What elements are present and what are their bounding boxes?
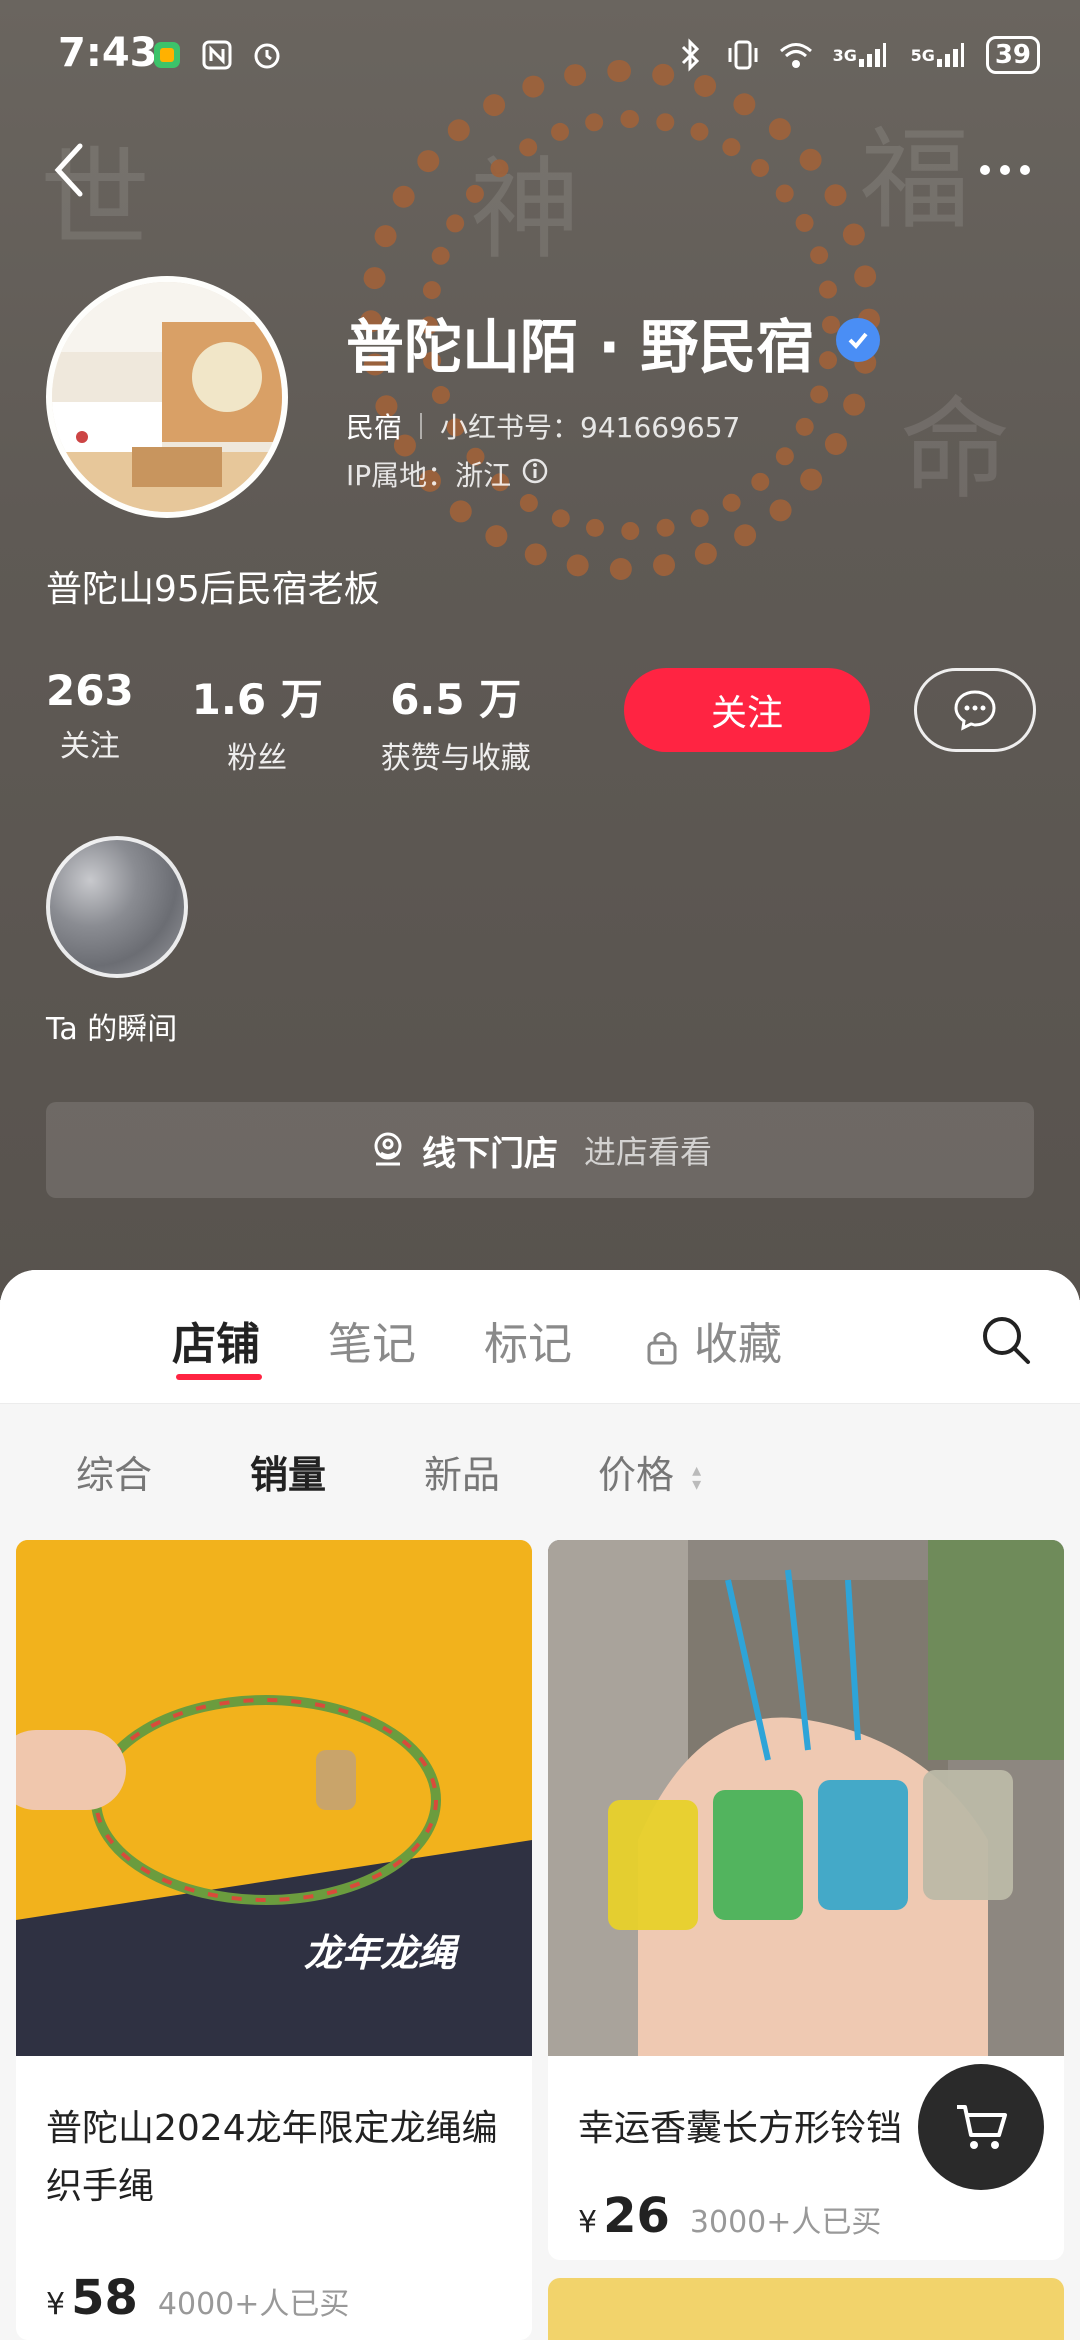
product-title: 幸运香囊长方形铃铛 (578, 2108, 903, 2149)
app-notification-icon (150, 38, 184, 72)
status-bar: 7:43 3G 5G 39 (0, 24, 1080, 84)
stat-label: 关注 (59, 729, 120, 764)
moment-thumbnail[interactable] (46, 836, 188, 978)
verified-badge-icon (836, 318, 880, 362)
signal-3g-icon: 3G (830, 38, 890, 72)
ip-location-row: IP属地：浙江 (346, 454, 549, 494)
message-button[interactable] (914, 668, 1036, 752)
product-card[interactable]: 龙年龙绳 普陀山2024龙年限定龙绳编织手绳 ¥ 58 4000+人已买 (16, 1540, 532, 2340)
profile-name: 普陀山陌 · 野民宿 (346, 313, 815, 381)
product-price-row: ¥ 26 3000+人已买 (578, 2188, 881, 2244)
stat-number: 263 (46, 666, 134, 715)
search-icon[interactable] (978, 1312, 1034, 1368)
info-icon[interactable] (521, 457, 549, 492)
stat-label: 粉丝 (227, 741, 288, 776)
background-calligraphy: 福 (860, 116, 970, 244)
divider (420, 413, 423, 439)
store-bar-subtitle: 进店看看 (583, 1133, 712, 1171)
nfc-icon (200, 38, 234, 72)
tab-marks[interactable]: 标记 (484, 1308, 572, 1372)
active-tab-indicator (176, 1374, 262, 1380)
profile-bio: 普陀山95后民宿老板 (46, 569, 380, 610)
tab-shop[interactable]: 店铺 (172, 1308, 260, 1372)
offline-store-bar[interactable]: 线下门店 进店看看 (46, 1102, 1034, 1198)
more-dot-icon (1020, 165, 1030, 175)
sort-price[interactable]: 价格 ▴ ▾ (598, 1444, 701, 1499)
more-options-button[interactable] (970, 150, 1040, 190)
status-left-icons (150, 38, 284, 72)
signal-5g-label: 5G (910, 45, 935, 65)
lock-icon (647, 1332, 677, 1365)
chevron-left-icon (54, 143, 83, 197)
stat-followers[interactable]: 1.6 万 粉丝 (192, 666, 323, 777)
bluetooth-icon (674, 38, 708, 72)
product-price: 58 (71, 2270, 138, 2326)
product-price-row: ¥ 58 4000+人已买 (46, 2270, 349, 2326)
stat-number: 6.5 万 (390, 675, 522, 724)
product-sold-count: 3000+人已买 (689, 2205, 882, 2240)
product-image: 龙年龙绳 (16, 1540, 532, 2056)
profile-meta: 民宿 小红书号：941669657 (346, 406, 740, 446)
currency-symbol: ¥ (578, 2205, 598, 2240)
more-dot-icon (1000, 165, 1010, 175)
follow-button[interactable]: 关注 (624, 668, 870, 752)
store-bar-title: 线下门店 (421, 1133, 558, 1174)
shopping-cart-icon (957, 2105, 1007, 2149)
product-price: 26 (603, 2188, 670, 2244)
tab-collections[interactable]: 收藏 (644, 1308, 782, 1372)
tab-notes[interactable]: 笔记 (328, 1308, 416, 1372)
avatar[interactable] (46, 276, 288, 518)
chat-bubble-icon (954, 690, 996, 731)
profile-category: 民宿 (346, 411, 403, 444)
stat-number: 1.6 万 (191, 675, 323, 724)
sort-bar: 综合 销量 新品 价格 ▴ ▾ (0, 1404, 1080, 1524)
stat-following[interactable]: 263 关注 (46, 666, 134, 777)
tab-bar: 店铺 笔记 标记 收藏 (0, 1270, 1080, 1404)
sort-comprehensive[interactable]: 综合 (76, 1444, 152, 1499)
signal-5g-icon: 5G (908, 38, 968, 72)
product-image (548, 1540, 1064, 2056)
content-sheet: 店铺 笔记 标记 收藏 综合 销量 新品 价格 ▴ ▾ 龙年龙绳 普陀山2024… (0, 1270, 1080, 2340)
moment-label[interactable]: Ta 的瞬间 (46, 1004, 177, 1048)
vibrate-icon (726, 38, 760, 72)
currency-symbol: ¥ (46, 2287, 66, 2322)
profile-stats: 263 关注 1.6 万 粉丝 6.5 万 获赞与收藏 (46, 666, 589, 777)
sort-sales[interactable]: 销量 (250, 1444, 326, 1499)
sort-new[interactable]: 新品 (424, 1444, 500, 1499)
more-dot-icon (980, 165, 990, 175)
store-location-icon (374, 1132, 402, 1166)
alarm-icon (250, 38, 284, 72)
back-button[interactable] (46, 140, 96, 200)
stat-likes-collections[interactable]: 6.5 万 获赞与收藏 (381, 666, 531, 777)
status-right-icons: 3G 5G 39 (674, 36, 1040, 74)
cart-button[interactable] (918, 2064, 1044, 2190)
product-image-caption: 龙年龙绳 (304, 1931, 457, 1975)
background-calligraphy: 命 (900, 386, 1010, 514)
redbook-id[interactable]: 小红书号：941669657 (440, 406, 740, 446)
sort-price-label: 价格 (598, 1453, 675, 1497)
tab-collections-label: 收藏 (694, 1319, 782, 1370)
stat-label: 获赞与收藏 (380, 741, 531, 776)
ip-location: IP属地：浙江 (346, 459, 512, 492)
battery-indicator: 39 (985, 36, 1040, 74)
status-time: 7:43 (58, 30, 158, 76)
product-sold-count: 4000+人已买 (157, 2287, 350, 2322)
wifi-icon (778, 38, 812, 72)
product-title: 普陀山2024龙年限定龙绳编织手绳 (46, 2108, 498, 2207)
product-card-partial[interactable] (548, 2278, 1064, 2340)
signal-3g-label: 3G (832, 45, 857, 65)
sort-arrows-icon: ▴ ▾ (692, 1459, 702, 1495)
